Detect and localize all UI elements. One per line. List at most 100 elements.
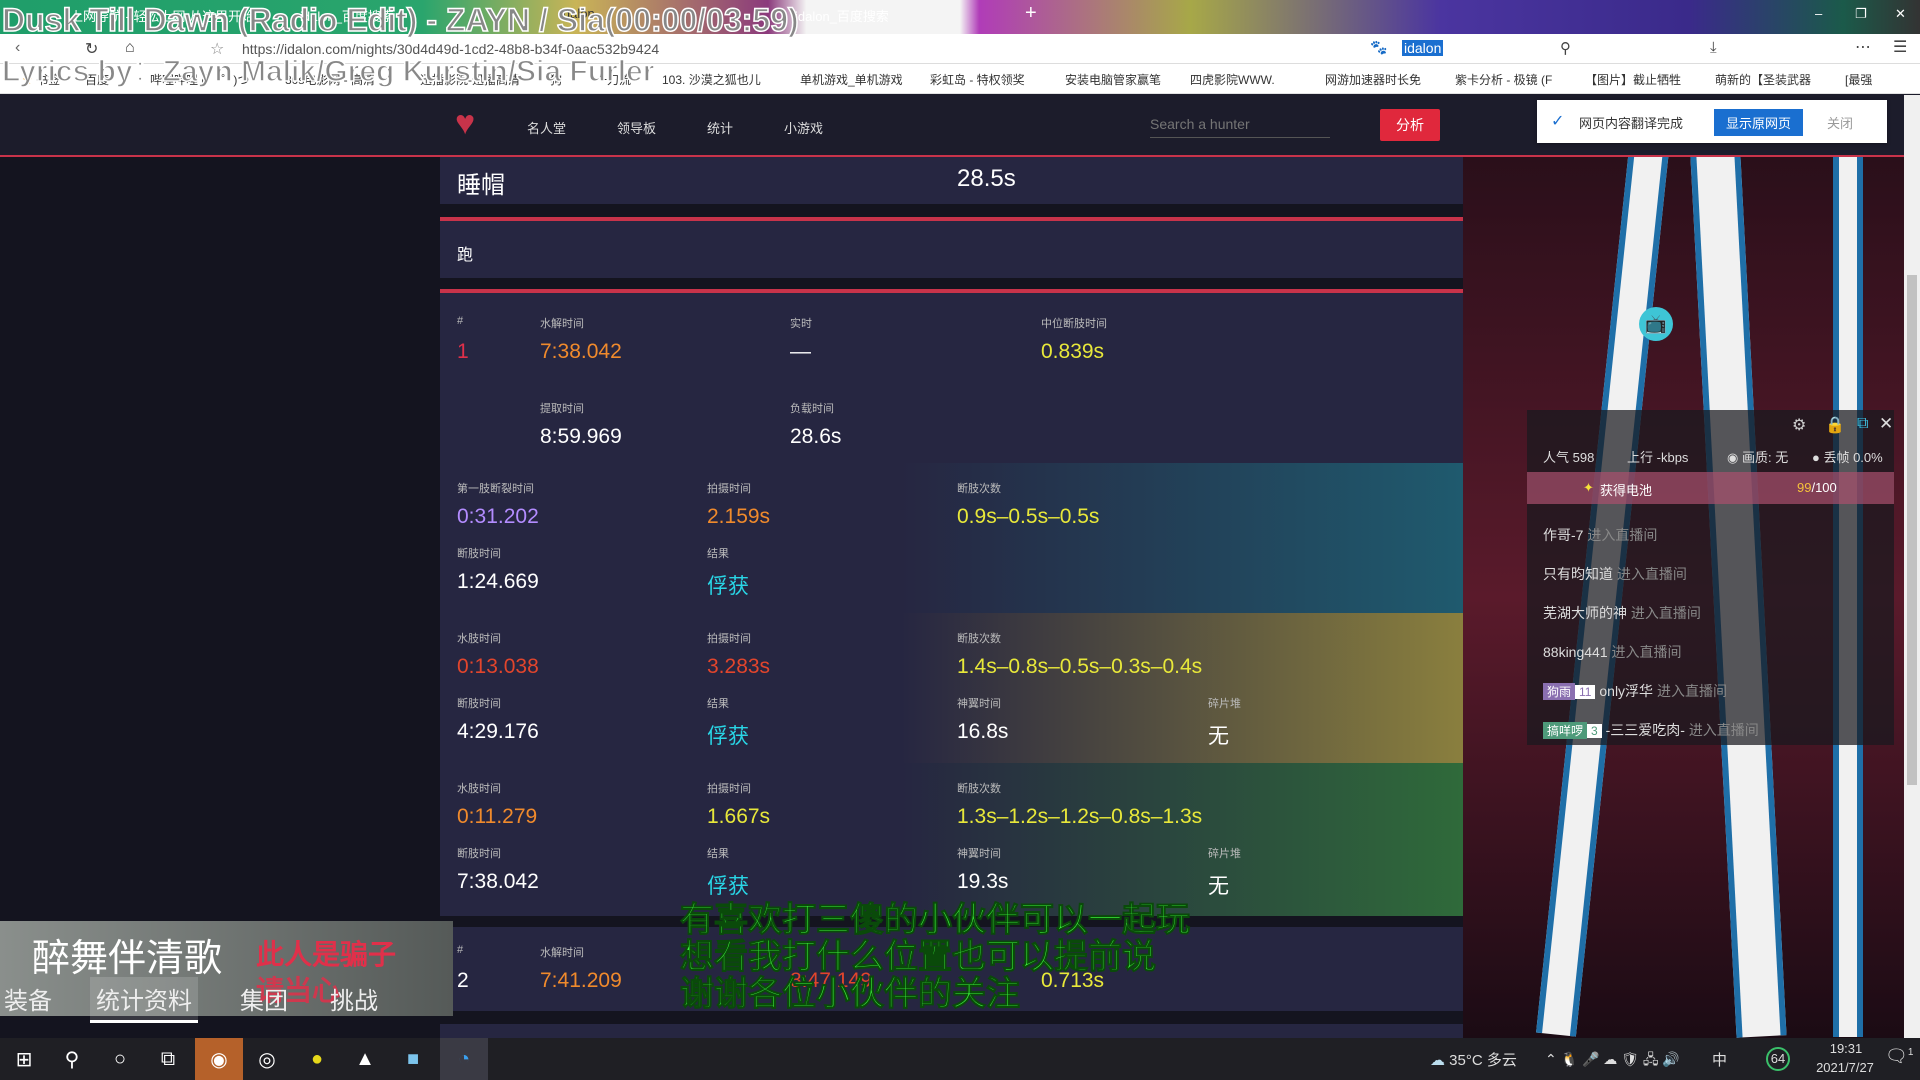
- nav-minigames[interactable]: 小游戏: [784, 118, 823, 137]
- phase-label: 神翼时间: [957, 698, 1001, 710]
- result-value: 俘获: [707, 575, 749, 598]
- weather[interactable]: ☁ 35°C 多云: [1430, 1049, 1517, 1070]
- load-label: 负载时间: [790, 403, 834, 415]
- nav-leaderboard[interactable]: 领导板: [617, 118, 656, 137]
- close-window-button[interactable]: ✕: [1895, 6, 1906, 22]
- section-title: 跑: [457, 247, 474, 264]
- task-view-icon[interactable]: ⧉: [144, 1038, 192, 1080]
- phase-label: 第一肢断裂时间: [457, 483, 534, 495]
- clock-time[interactable]: 19:31: [1810, 1041, 1882, 1056]
- quality: ◉ 画质: 无: [1727, 450, 1789, 465]
- share-icon[interactable]: ⧉: [1857, 415, 1868, 433]
- cortana-icon[interactable]: ○: [96, 1038, 144, 1080]
- minimize-button[interactable]: –: [1815, 6, 1822, 21]
- tray-icons[interactable]: ⌃ 🐧 🎤 ☁ 🛡 🖧 🔊: [1545, 1049, 1680, 1073]
- tab-challenge[interactable]: 挑战: [330, 981, 378, 1016]
- phase-value: 1:24.669: [457, 570, 539, 593]
- phase-value: 1.667s: [707, 805, 771, 828]
- bookmark[interactable]: 萌新的【圣装武器: [1715, 71, 1811, 88]
- show-original-button[interactable]: 显示原网页: [1714, 109, 1804, 136]
- warframe-icon[interactable]: ▲: [341, 1038, 389, 1080]
- bookmark[interactable]: [最强: [1845, 71, 1872, 88]
- tv-icon[interactable]: 📺: [1639, 307, 1673, 341]
- site-logo[interactable]: ♥: [455, 104, 475, 143]
- phase-label: 断肢时间: [457, 698, 501, 710]
- tab-equipment[interactable]: 装备: [4, 981, 52, 1016]
- chat-item: 搞咩啰 3 -三三爱吃肉- 进入直播间: [1543, 720, 1759, 740]
- top-card: 睡帽 28.5s: [440, 157, 1463, 204]
- run-card-3: [440, 1024, 1463, 1038]
- bookmark[interactable]: 103. 沙漠之狐也儿: [662, 71, 761, 88]
- subtitle-line: 谢谢各位小伙伴的关注: [680, 975, 1021, 1013]
- menu-icon[interactable]: ☰: [1893, 37, 1907, 57]
- bookmark[interactable]: 四虎影院WWW.: [1190, 71, 1275, 88]
- phase-value: 19.3s: [957, 870, 1009, 893]
- more-icon[interactable]: ⋯: [1855, 37, 1871, 57]
- fan-level: 3: [1587, 724, 1602, 738]
- bookmark[interactable]: 彩虹岛 - 特权领奖: [930, 71, 1025, 88]
- close-translate-button[interactable]: 关闭: [1827, 113, 1853, 132]
- app-icon[interactable]: ■: [389, 1038, 437, 1080]
- hydro-value: 7:41.209: [540, 969, 622, 992]
- ime-indicator[interactable]: 中: [1712, 1049, 1727, 1070]
- subtitle-line: 有喜欢打三傻的小伙伴可以一起玩: [680, 901, 1191, 939]
- baidu-icon[interactable]: 🐾: [1370, 39, 1387, 56]
- windows-start-icon[interactable]: ⊞: [0, 1038, 48, 1080]
- phase-label: 结果: [707, 548, 729, 560]
- nav-hall-of-fame[interactable]: 名人堂: [527, 118, 566, 137]
- music-app-icon[interactable]: ●: [293, 1038, 341, 1080]
- bookmark[interactable]: 安装电脑管家赢笔: [1065, 71, 1161, 88]
- close-panel-icon[interactable]: ✕: [1879, 414, 1893, 434]
- download-icon[interactable]: ⤓: [1710, 39, 1717, 56]
- run-card-1: # 水解时间 实时 中位断肢时间 1 7:38.042 — 0.839s 提取时…: [440, 289, 1463, 916]
- maximize-button[interactable]: ❐: [1855, 6, 1867, 22]
- bookmark[interactable]: 紫卡分析 - 极镜 (F: [1455, 71, 1552, 88]
- bookmark[interactable]: 网游加速器时长免: [1325, 71, 1421, 88]
- median-value: 0.839s: [1041, 340, 1105, 363]
- taskbar: ⊞ ⚲ ○ ⧉ ◉ ◎ ● ▲ ■ ◔ ☁ 35°C 多云 ⌃ 🐧 🎤 ☁ 🛡 …: [0, 1038, 1920, 1080]
- median-label: 中位断肢时间: [1041, 318, 1107, 330]
- result-value: 俘获: [707, 875, 749, 898]
- clock-date[interactable]: 2021/7/27: [1800, 1060, 1890, 1075]
- search-icon[interactable]: ⚲: [1560, 39, 1571, 57]
- chat-item: 作哥-7 进入直播间: [1543, 527, 1658, 543]
- game-app-icon[interactable]: ◉: [195, 1038, 243, 1080]
- phase-label: 断肢时间: [457, 548, 501, 560]
- bookmark[interactable]: 单机游戏_单机游戏: [800, 71, 903, 88]
- upload-rate: 上行 -kbps: [1627, 450, 1689, 465]
- notifications-icon[interactable]: 🗨1: [1885, 1046, 1913, 1067]
- nav-stats[interactable]: 统计: [707, 118, 733, 137]
- phase-value: 16.8s: [957, 720, 1009, 743]
- hunter-search-input[interactable]: [1150, 110, 1330, 138]
- tab-stats[interactable]: 统计资料: [90, 977, 198, 1023]
- real-value: —: [790, 340, 811, 363]
- analyze-button[interactable]: 分析: [1380, 109, 1440, 141]
- phase-value: 0:11.279: [457, 805, 538, 828]
- phase-label: 断肢时间: [457, 848, 501, 860]
- tab[interactable]: idalon_百度搜索: [795, 6, 889, 25]
- new-tab-button[interactable]: +: [1025, 2, 1037, 25]
- lock-icon[interactable]: 🔒: [1825, 415, 1845, 435]
- phase-value: 4:29.176: [457, 720, 539, 743]
- translate-message: 网页内容翻译完成: [1579, 116, 1684, 131]
- star-icon: ✦: [1583, 480, 1594, 495]
- fan-level: 11: [1575, 685, 1596, 699]
- search-input[interactable]: idalon: [1402, 40, 1444, 56]
- tab-clan[interactable]: 集团: [240, 981, 288, 1016]
- stream-subtitle: 有喜欢打三傻的小伙伴可以一起玩 想看我打什么位置也可以提前说 谢谢各位小伙伴的关…: [680, 901, 1191, 1013]
- scrollbar[interactable]: [1904, 95, 1920, 1038]
- hydro-value: 7:38.042: [540, 340, 622, 363]
- real-label: 实时: [790, 318, 812, 330]
- phase-label: 拍摄时间: [707, 633, 751, 645]
- bookmark[interactable]: 【图片】截止牺牲: [1585, 71, 1681, 88]
- phase-label: 碎片堆: [1208, 848, 1241, 860]
- obs-icon[interactable]: ◎: [243, 1038, 291, 1080]
- browser-icon[interactable]: ◔: [440, 1038, 488, 1080]
- settings-icon[interactable]: ⚙: [1792, 415, 1806, 435]
- phase-label: 碎片堆: [1208, 698, 1241, 710]
- rank-label: #: [457, 315, 464, 327]
- chat-item: 88king441 进入直播间: [1543, 644, 1682, 660]
- search-icon[interactable]: ⚲: [48, 1038, 96, 1080]
- battery-indicator[interactable]: 64: [1766, 1047, 1790, 1071]
- phase-label: 水肢时间: [457, 633, 501, 645]
